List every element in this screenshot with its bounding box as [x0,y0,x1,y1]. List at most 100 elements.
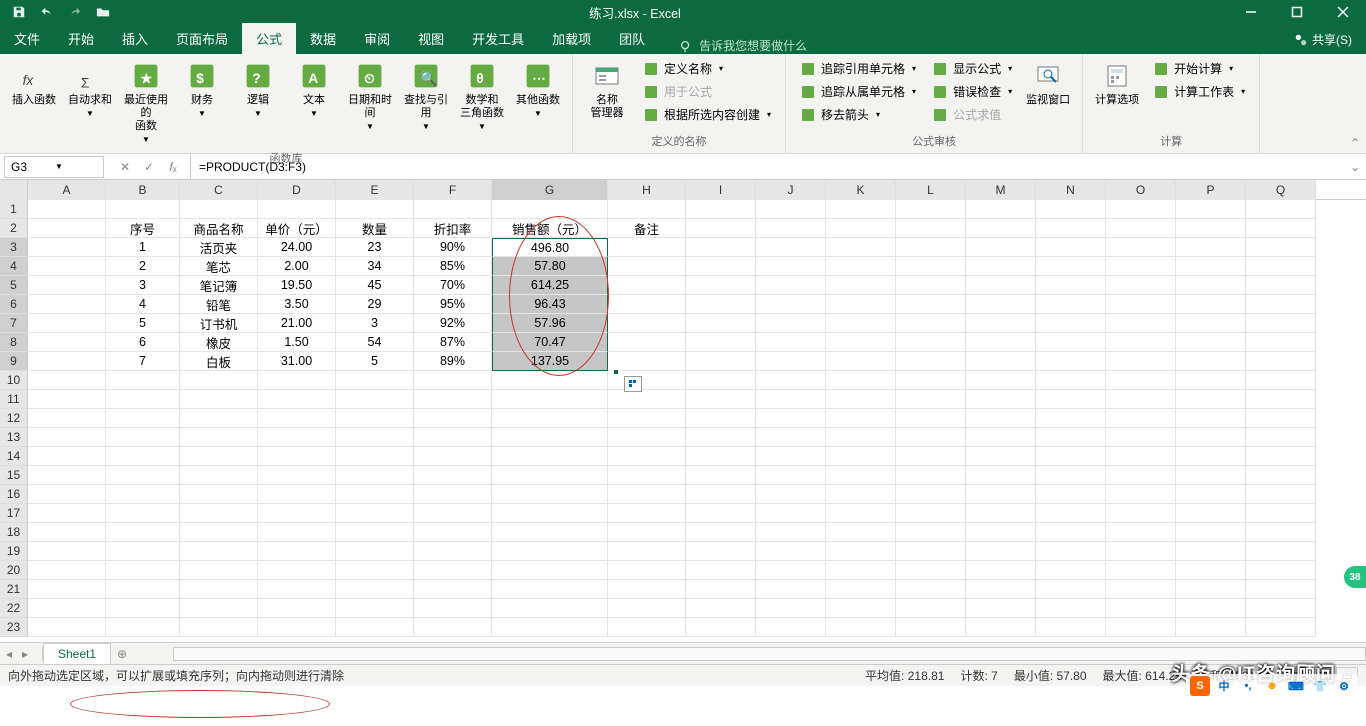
cell-F7[interactable]: 92% [414,314,492,333]
open-icon[interactable] [92,2,114,22]
cell-D21[interactable] [258,580,336,599]
fn-date-button[interactable]: ⏲日期和时间▼ [342,56,398,137]
row-header-22[interactable]: 22 [0,599,28,618]
row-header-19[interactable]: 19 [0,542,28,561]
cell-D22[interactable] [258,599,336,618]
cell-M6[interactable] [966,295,1036,314]
save-icon[interactable] [8,2,30,22]
cell-A2[interactable] [28,219,106,238]
cell-M23[interactable] [966,618,1036,637]
cell-K12[interactable] [826,409,896,428]
cell-E18[interactable] [336,523,414,542]
cell-O5[interactable] [1106,276,1176,295]
cell-M4[interactable] [966,257,1036,276]
cell-M9[interactable] [966,352,1036,371]
cell-N15[interactable] [1036,466,1106,485]
cell-B7[interactable]: 5 [106,314,180,333]
cell-P18[interactable] [1176,523,1246,542]
cell-Q11[interactable] [1246,390,1316,409]
ribbon-tab-0[interactable]: 文件 [0,23,54,54]
cell-N6[interactable] [1036,295,1106,314]
cell-D10[interactable] [258,371,336,390]
fn-text-button[interactable]: A文本▼ [286,56,342,124]
cell-B11[interactable] [106,390,180,409]
cell-F1[interactable] [414,200,492,219]
cell-E16[interactable] [336,485,414,504]
cell-A21[interactable] [28,580,106,599]
cell-K2[interactable] [826,219,896,238]
cell-O20[interactable] [1106,561,1176,580]
close-button[interactable] [1320,0,1366,24]
fn-logic-button[interactable]: ?逻辑▼ [230,56,286,124]
cell-H21[interactable] [608,580,686,599]
cell-E22[interactable] [336,599,414,618]
cell-Q4[interactable] [1246,257,1316,276]
cell-P23[interactable] [1176,618,1246,637]
cell-C6[interactable]: 铅笔 [180,295,258,314]
row-header-13[interactable]: 13 [0,428,28,447]
cell-H23[interactable] [608,618,686,637]
fn-fx-button[interactable]: fx插入函数 [6,56,62,111]
cell-J1[interactable] [756,200,826,219]
cell-D6[interactable]: 3.50 [258,295,336,314]
cell-G18[interactable] [492,523,608,542]
cell-F23[interactable] [414,618,492,637]
cell-M1[interactable] [966,200,1036,219]
cell-B15[interactable] [106,466,180,485]
cell-F12[interactable] [414,409,492,428]
sm-g2s-0[interactable]: 定义名称 ▾ [639,58,775,79]
cell-H19[interactable] [608,542,686,561]
cell-J8[interactable] [756,333,826,352]
cell-H17[interactable] [608,504,686,523]
cell-Q14[interactable] [1246,447,1316,466]
col-header-B[interactable]: B [106,180,180,200]
row-header-2[interactable]: 2 [0,219,28,238]
cell-F8[interactable]: 87% [414,333,492,352]
cell-D4[interactable]: 2.00 [258,257,336,276]
cell-P12[interactable] [1176,409,1246,428]
cell-I9[interactable] [686,352,756,371]
cell-C2[interactable]: 商品名称 [180,219,258,238]
cell-L11[interactable] [896,390,966,409]
cell-H13[interactable] [608,428,686,447]
cell-M21[interactable] [966,580,1036,599]
cell-L10[interactable] [896,371,966,390]
cell-I18[interactable] [686,523,756,542]
cell-G2[interactable]: 销售额（元） [492,219,608,238]
ribbon-tab-7[interactable]: 视图 [404,23,458,54]
cell-G20[interactable] [492,561,608,580]
cell-I5[interactable] [686,276,756,295]
cell-O9[interactable] [1106,352,1176,371]
cell-D9[interactable]: 31.00 [258,352,336,371]
cell-E13[interactable] [336,428,414,447]
cell-E7[interactable]: 3 [336,314,414,333]
cell-O3[interactable] [1106,238,1176,257]
cell-Q21[interactable] [1246,580,1316,599]
cell-P20[interactable] [1176,561,1246,580]
col-header-O[interactable]: O [1106,180,1176,200]
cell-Q23[interactable] [1246,618,1316,637]
cell-J15[interactable] [756,466,826,485]
cell-L19[interactable] [896,542,966,561]
cell-C19[interactable] [180,542,258,561]
cell-H3[interactable] [608,238,686,257]
cell-C9[interactable]: 白板 [180,352,258,371]
cell-I8[interactable] [686,333,756,352]
cell-F11[interactable] [414,390,492,409]
cell-G17[interactable] [492,504,608,523]
cell-L7[interactable] [896,314,966,333]
cell-G3[interactable]: 496.80 [492,238,608,257]
fill-handle[interactable] [613,369,619,375]
row-header-17[interactable]: 17 [0,504,28,523]
cell-C14[interactable] [180,447,258,466]
cell-K3[interactable] [826,238,896,257]
ribbon-tab-10[interactable]: 团队 [605,23,659,54]
row-header-9[interactable]: 9 [0,352,28,371]
cell-K11[interactable] [826,390,896,409]
cell-H22[interactable] [608,599,686,618]
cell-L2[interactable] [896,219,966,238]
cell-K5[interactable] [826,276,896,295]
col-header-E[interactable]: E [336,180,414,200]
cell-B23[interactable] [106,618,180,637]
cell-I22[interactable] [686,599,756,618]
